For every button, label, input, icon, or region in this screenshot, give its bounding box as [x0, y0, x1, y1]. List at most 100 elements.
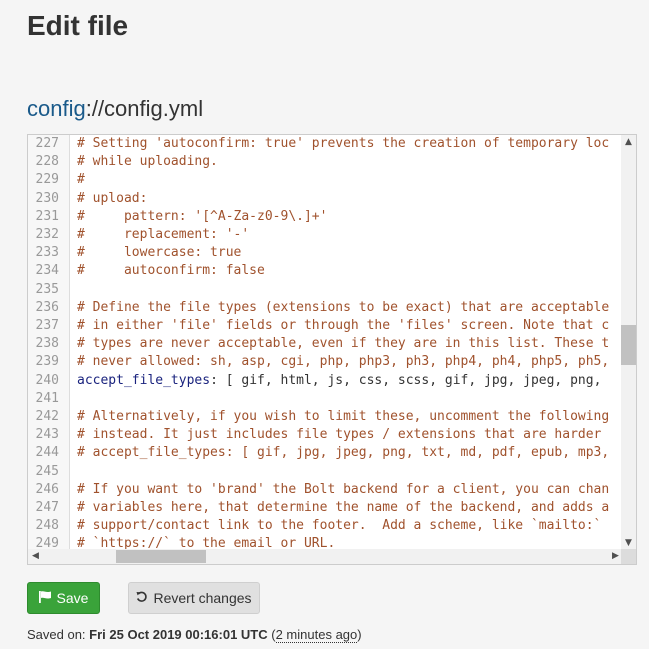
- line-number: 235: [35, 281, 59, 297]
- file-path-name: ://config.yml: [85, 96, 204, 121]
- line-number: 236: [35, 299, 59, 315]
- code-line[interactable]: 243 # instead. It just includes file type…: [28, 426, 623, 444]
- code-line[interactable]: 236 # Define the file types (extensions t…: [28, 299, 623, 317]
- code-line[interactable]: 238 # types are never acceptable, even if…: [28, 335, 623, 353]
- code-text: # types are never acceptable, even if th…: [77, 335, 609, 353]
- code-line[interactable]: 244 # accept_file_types: [ gif, jpg, jpeg…: [28, 444, 623, 462]
- editor-lines[interactable]: 227 # Setting 'autoconfirm: true' prevent…: [28, 135, 623, 551]
- saved-prefix: Saved on:: [27, 627, 90, 642]
- line-number: 227: [35, 136, 59, 151]
- code-line[interactable]: 228 # while uploading.: [28, 153, 623, 171]
- code-line[interactable]: 237 # in either 'file' fields or through …: [28, 317, 623, 335]
- code-comment: # If you want to 'brand' the Bolt backen…: [77, 481, 610, 497]
- code-text: # Define the file types (extensions to b…: [77, 299, 609, 317]
- code-line[interactable]: 233 # lowercase: true: [28, 244, 623, 262]
- code-line[interactable]: 229 #: [28, 171, 623, 189]
- line-number: 246: [35, 481, 59, 497]
- line-number: 239: [35, 354, 59, 370]
- page-title: Edit file: [27, 10, 129, 41]
- saved-date: Fri 25 Oct 2019 00:16:01 UTC: [89, 627, 268, 642]
- code-comment: # instead. It just includes file types /…: [77, 427, 610, 443]
- code-comment: # Define the file types (extensions to b…: [77, 299, 610, 315]
- code-comment: # support/contact link to the footer. Ad…: [77, 518, 610, 534]
- code-line[interactable]: 240 accept_file_types: [ gif, html, js, c…: [28, 372, 623, 390]
- saved-rel-close: ): [357, 627, 362, 642]
- code-text: # autoconfirm: false: [77, 262, 265, 280]
- revert-button-label: Revert changes: [153, 590, 252, 606]
- code-line[interactable]: 227 # Setting 'autoconfirm: true' prevent…: [28, 135, 623, 153]
- line-number: 245: [35, 463, 59, 479]
- line-number: 233: [35, 245, 59, 261]
- code-line[interactable]: 239 # never allowed: sh, asp, cgi, php, p…: [28, 353, 623, 371]
- code-line[interactable]: 235: [28, 281, 623, 299]
- code-comment: # while uploading.: [77, 154, 218, 170]
- file-path-scheme[interactable]: config: [27, 96, 86, 121]
- code-text: # accept_file_types: [ gif, jpg, jpeg, p…: [77, 444, 609, 462]
- code-line[interactable]: 231 # pattern: '[^A-Za-z0-9\.]+': [28, 208, 623, 226]
- undo-icon: [136, 591, 148, 606]
- code-text: # replacement: '-': [77, 226, 249, 244]
- saved-relative-time: 2 minutes ago: [275, 627, 358, 643]
- code-comment: # pattern: '[^A-Za-z0-9\.]+': [77, 208, 328, 224]
- code-text: # instead. It just includes file types /…: [77, 426, 609, 444]
- line-number: 234: [35, 263, 59, 279]
- code-text: #: [77, 171, 85, 189]
- code-text: # If you want to 'brand' the Bolt backen…: [77, 481, 609, 499]
- code-text: # variables here, that determine the nam…: [77, 499, 609, 517]
- line-number: 228: [35, 154, 59, 170]
- code-comment: # replacement: '-': [77, 227, 250, 242]
- code-text: # while uploading.: [77, 153, 218, 171]
- code-comment: #: [77, 172, 85, 188]
- code-comment: # types are never acceptable, even if th…: [77, 336, 610, 352]
- code-line[interactable]: 245: [28, 463, 623, 481]
- code-text: # pattern: '[^A-Za-z0-9\.]+': [77, 208, 327, 226]
- line-number: 248: [35, 518, 59, 534]
- code-line[interactable]: 248 # support/contact link to the footer.…: [28, 517, 623, 535]
- horizontal-scroll-thumb[interactable]: [116, 550, 206, 563]
- code-text: # Setting 'autoconfirm: true' prevents t…: [77, 135, 609, 153]
- code-line[interactable]: 232 # replacement: '-': [28, 226, 623, 244]
- yaml-key: accept_file_types: [77, 372, 211, 388]
- line-number: 243: [35, 427, 59, 443]
- vertical-scrollbar[interactable]: ▲ ▼: [621, 135, 636, 551]
- line-number: 244: [35, 445, 59, 461]
- save-button[interactable]: Save: [27, 582, 100, 614]
- scroll-up-icon[interactable]: ▲: [621, 135, 636, 150]
- saved-status: Saved on: Fri 25 Oct 2019 00:16:01 UTC (…: [27, 627, 362, 643]
- code-comment: # accept_file_types: [ gif, jpg, jpeg, p…: [77, 445, 610, 461]
- code-line[interactable]: 247 # variables here, that determine the …: [28, 499, 623, 517]
- code-comment: # upload:: [77, 190, 148, 206]
- line-number: 247: [35, 500, 59, 515]
- line-number: 237: [35, 318, 59, 333]
- line-number: 241: [35, 390, 59, 406]
- line-number: 232: [35, 227, 59, 242]
- revert-changes-button[interactable]: Revert changes: [128, 582, 260, 614]
- code-text: # Alternatively, if you wish to limit th…: [77, 408, 609, 426]
- saved-rel-open: (: [267, 627, 276, 642]
- code-line[interactable]: 242 # Alternatively, if you wish to limit…: [28, 408, 623, 426]
- code-line[interactable]: 230 # upload:: [28, 190, 623, 208]
- code-comment: # in either 'file' fields or through the…: [77, 318, 610, 333]
- line-number: 240: [35, 372, 59, 388]
- code-editor[interactable]: 227 # Setting 'autoconfirm: true' prevent…: [27, 134, 637, 565]
- code-text: # lowercase: true: [77, 244, 241, 262]
- code-text: # in either 'file' fields or through the…: [77, 317, 609, 335]
- save-button-label: Save: [56, 590, 89, 606]
- code-text: # support/contact link to the footer. Ad…: [77, 517, 609, 535]
- vertical-scroll-thumb[interactable]: [621, 325, 636, 365]
- code-text: # upload:: [77, 190, 147, 208]
- scrollbar-corner: [621, 549, 636, 564]
- code-line[interactable]: 246 # If you want to 'brand' the Bolt bac…: [28, 481, 623, 499]
- code-line[interactable]: 241: [28, 390, 623, 408]
- code-comment: # lowercase: true: [77, 245, 242, 261]
- flag-icon: [38, 590, 52, 606]
- code-comment: # autoconfirm: false: [77, 263, 265, 279]
- code-comment: # Setting 'autoconfirm: true' prevents t…: [77, 136, 610, 151]
- code-comment: # variables here, that determine the nam…: [77, 500, 610, 515]
- line-number: 231: [35, 208, 59, 224]
- code-line[interactable]: 234 # autoconfirm: false: [28, 262, 623, 280]
- scroll-left-icon[interactable]: ◀: [28, 549, 43, 564]
- code-text: # never allowed: sh, asp, cgi, php, php3…: [77, 353, 609, 371]
- horizontal-scrollbar[interactable]: ◀ ▶: [28, 549, 623, 564]
- file-path: config://config.yml: [27, 96, 203, 122]
